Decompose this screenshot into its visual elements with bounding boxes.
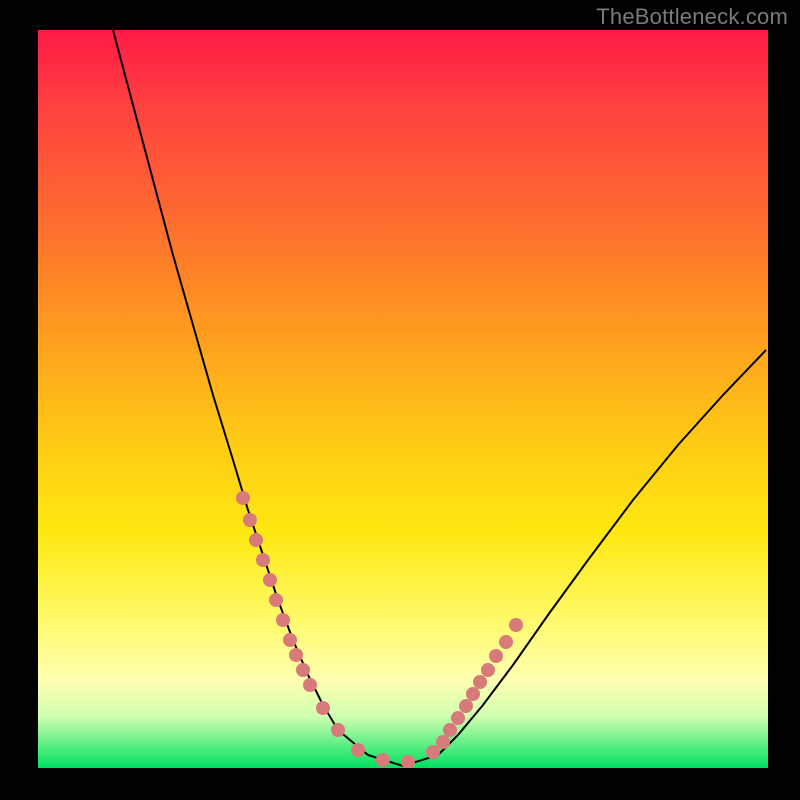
highlight-dot [256,553,270,567]
highlight-dot [351,743,365,757]
bottleneck-curve [113,30,766,766]
curve-layer [38,30,768,768]
highlight-dot [466,687,480,701]
highlight-dot [436,735,450,749]
watermark-text: TheBottleneck.com [596,4,788,30]
highlight-dot [451,711,465,725]
highlight-dot [303,678,317,692]
highlight-dot [489,649,503,663]
highlight-dot [443,723,457,737]
highlight-dot [331,723,345,737]
highlight-dot [509,618,523,632]
highlight-dot [316,701,330,715]
highlight-dots-group [236,491,523,768]
highlight-dot [289,648,303,662]
figure-frame: TheBottleneck.com [0,0,800,800]
highlight-dot [243,513,257,527]
highlight-dot [276,613,290,627]
highlight-dot [269,593,283,607]
highlight-dot [249,533,263,547]
highlight-dot [376,753,390,767]
highlight-dot [236,491,250,505]
highlight-dot [426,745,440,759]
highlight-dot [499,635,513,649]
highlight-dot [283,633,297,647]
highlight-dot [473,675,487,689]
highlight-dot [263,573,277,587]
highlight-dot [296,663,310,677]
highlight-dot [459,699,473,713]
highlight-dot [401,755,415,768]
highlight-dot [481,663,495,677]
plot-area [38,30,768,768]
